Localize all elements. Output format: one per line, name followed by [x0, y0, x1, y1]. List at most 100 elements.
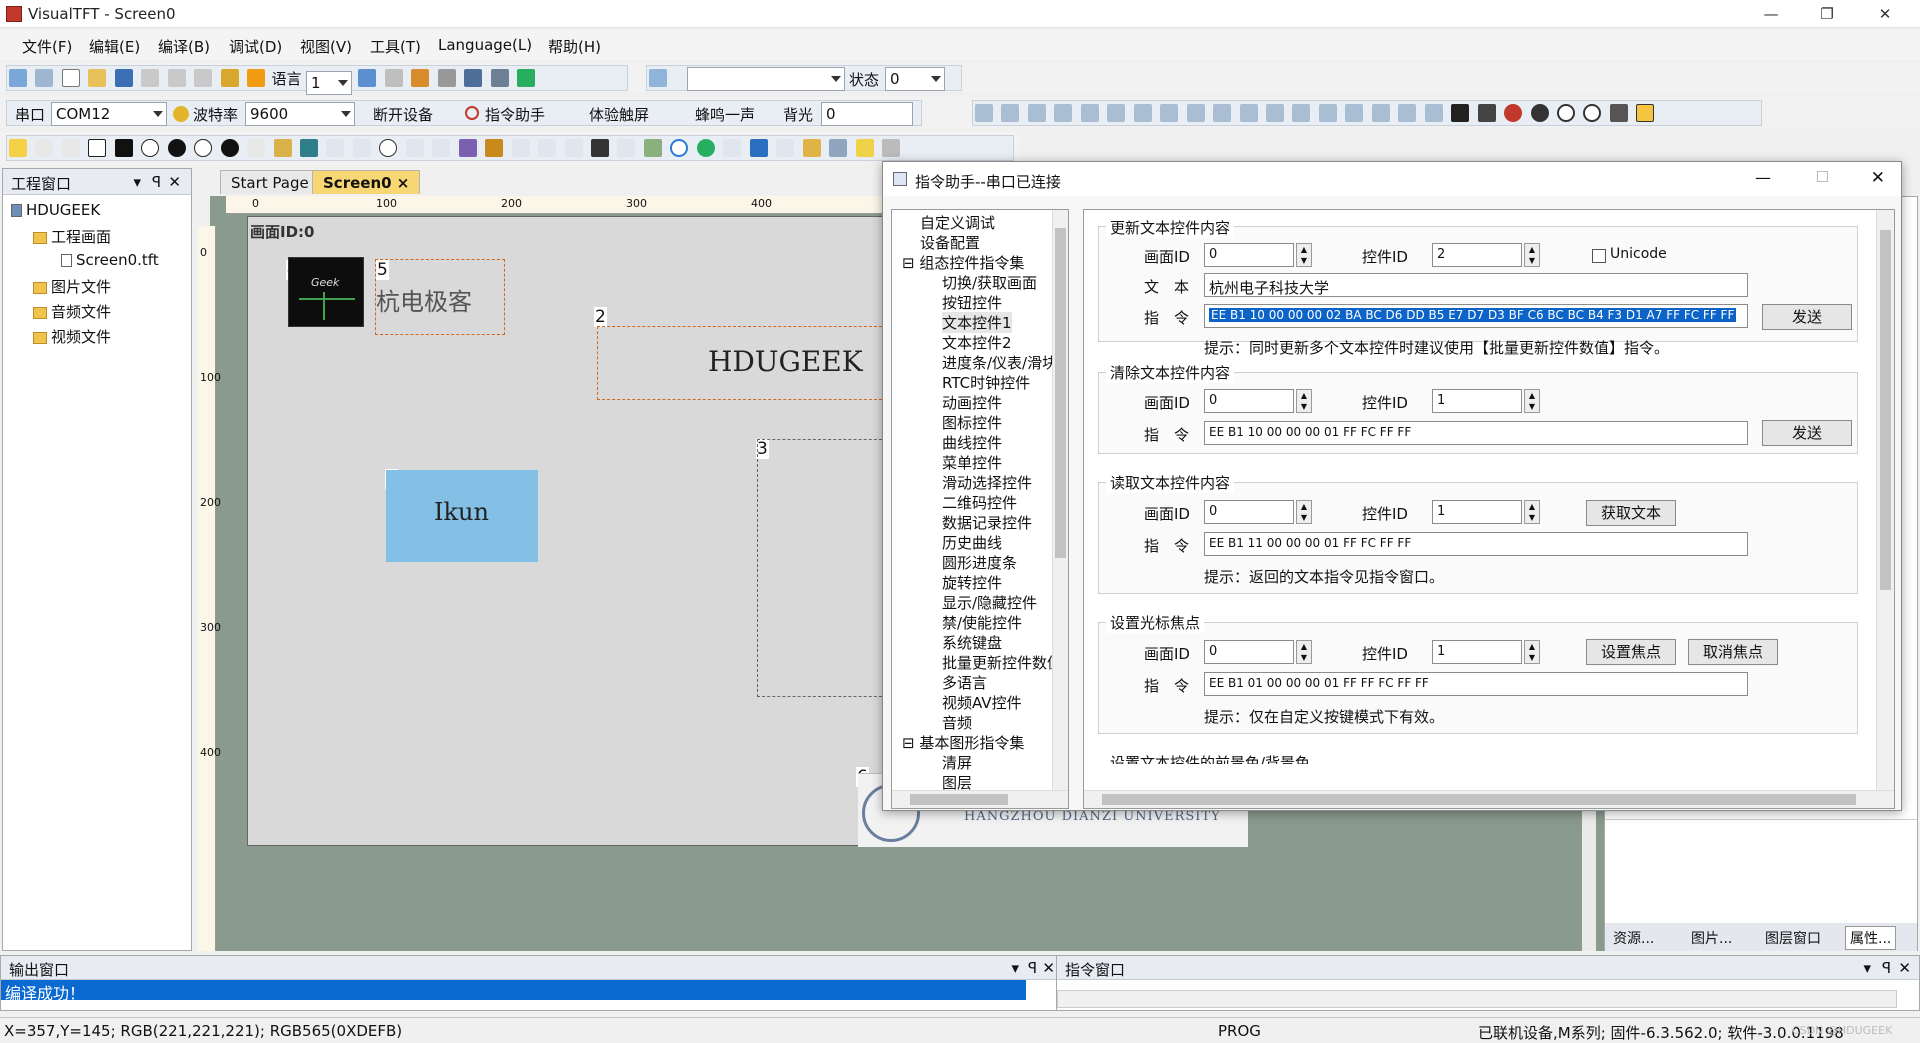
detail-hscrollbar[interactable]	[1084, 790, 1894, 808]
list-icon[interactable]	[564, 139, 583, 157]
screen-select[interactable]	[687, 67, 845, 91]
align-left-icon[interactable]	[975, 104, 993, 122]
circle-progress-icon[interactable]	[670, 139, 689, 157]
zoom-out-icon[interactable]	[1583, 104, 1602, 122]
undo-icon[interactable]	[358, 69, 377, 87]
pin-icon[interactable]: ꟼ	[1028, 959, 1037, 977]
same-height-icon[interactable]	[1213, 104, 1232, 122]
get-text-button[interactable]: 获取文本	[1586, 500, 1676, 526]
tree-item[interactable]: 音频	[942, 712, 972, 733]
pin-icon[interactable]: ꟼ	[1882, 959, 1891, 977]
close-icon[interactable]: ✕	[1871, 168, 1885, 188]
menu-language[interactable]: Language(L)	[438, 36, 532, 54]
control-id-input[interactable]: 1	[1432, 389, 1522, 413]
cut-icon[interactable]	[141, 69, 160, 87]
tree-folder-images[interactable]: 图片文件	[33, 276, 111, 297]
port-select[interactable]: COM12	[51, 102, 167, 126]
text-control-5[interactable]: 杭电极客	[375, 259, 505, 335]
control-id-input[interactable]: 1	[1432, 500, 1522, 524]
restore-icon[interactable]: ❐	[1804, 0, 1850, 28]
copy-icon[interactable]	[167, 69, 186, 87]
command-input[interactable]: EE B1 10 00 00 00 01 FF FC FF FF	[1204, 421, 1748, 445]
tab-layers[interactable]: 图层窗口	[1765, 928, 1821, 948]
tree-item[interactable]: 历史曲线	[942, 532, 1002, 553]
menu-help[interactable]: 帮助(H)	[548, 36, 601, 57]
unlock-icon[interactable]	[1477, 104, 1496, 122]
close-icon[interactable]: ×	[397, 174, 410, 192]
control-id-spinner[interactable]: ▲ ▼	[1524, 500, 1540, 524]
tree-folder-screens[interactable]: 工程画面	[33, 226, 111, 247]
lock-icon[interactable]	[220, 69, 239, 87]
slider-icon[interactable]	[405, 139, 424, 157]
tab-properties[interactable]: 属性...	[1845, 926, 1897, 950]
center-v-icon[interactable]	[1345, 104, 1364, 122]
same-size-icon[interactable]	[1239, 104, 1258, 122]
tree-item[interactable]: 设备配置	[920, 232, 980, 253]
text-control-3[interactable]	[757, 439, 887, 697]
fit-all-icon[interactable]	[1424, 104, 1443, 122]
close-icon[interactable]: ✕	[168, 173, 181, 191]
tree-item[interactable]: 数据记录控件	[942, 512, 1032, 533]
menu-edit[interactable]: 编辑(E)	[89, 36, 140, 57]
cmd-helper-button[interactable]: 指令助手	[485, 104, 545, 125]
paste-icon[interactable]	[194, 69, 213, 87]
tree-item[interactable]: 自定义调试	[920, 212, 995, 233]
try-touch-button[interactable]: 体验触屏	[589, 104, 649, 125]
ellipse-icon[interactable]	[194, 139, 213, 157]
tree-file-screen0[interactable]: Screen0.tft	[61, 251, 159, 269]
align-right-icon[interactable]	[1027, 104, 1046, 122]
copy-control-icon[interactable]	[723, 139, 742, 157]
screen-id-input[interactable]: 0	[1204, 500, 1294, 524]
chevron-down-icon[interactable]: ▾	[1011, 959, 1019, 977]
hide-icon[interactable]	[1504, 104, 1523, 122]
screen-id-input[interactable]: 0	[1204, 389, 1294, 413]
same-width-icon[interactable]	[1186, 104, 1205, 122]
collapse-icon[interactable]: ⊟	[902, 734, 915, 752]
fill-icon[interactable]	[881, 139, 900, 157]
redo-icon[interactable]	[384, 69, 403, 87]
tree-item[interactable]: 视频AV控件	[942, 692, 1022, 713]
tools-icon[interactable]	[437, 69, 456, 87]
tree-item[interactable]: 进度条/仪表/滑块	[942, 352, 1057, 373]
tree-item[interactable]: RTC时钟控件	[942, 372, 1030, 393]
screen-id-spinner[interactable]: ▲ ▼	[1296, 500, 1312, 524]
scroll-thumb[interactable]	[1102, 794, 1856, 805]
close-icon[interactable]: ✕	[1042, 959, 1055, 977]
close-icon[interactable]: ✕	[1862, 0, 1908, 28]
pin-icon[interactable]: ꟼ	[152, 173, 161, 191]
compile-icon[interactable]	[411, 69, 430, 87]
lock-icon[interactable]	[1451, 104, 1470, 122]
logo-image[interactable]: Geek	[288, 257, 364, 327]
tree-item[interactable]: 文本控件2	[942, 332, 1012, 353]
align-center-icon[interactable]	[1080, 104, 1099, 122]
beep-button[interactable]: 蜂鸣一声	[695, 104, 755, 125]
screen-id-input[interactable]: 0	[1204, 640, 1294, 664]
screen-id-spinner[interactable]: ▲ ▼	[1296, 389, 1312, 413]
tree-item[interactable]: 批量更新控件数值	[942, 652, 1062, 673]
send-button[interactable]: 发送	[1762, 304, 1852, 330]
tab-resources[interactable]: 资源...	[1613, 928, 1654, 948]
tab-start-page[interactable]: Start Page	[220, 170, 320, 194]
chart-icon[interactable]	[643, 139, 662, 157]
scroll-thumb[interactable]	[1055, 228, 1066, 558]
zoom-in-icon[interactable]	[1556, 104, 1575, 122]
text-input[interactable]: 杭州电子科技大学	[1204, 273, 1748, 297]
menu-control-icon[interactable]	[538, 139, 557, 157]
pen-icon[interactable]	[35, 139, 54, 157]
tab-screen0[interactable]: Screen0 ×	[312, 170, 421, 194]
command-input[interactable]: EE B1 10 00 00 00 02 BA BC D6 DD B5 E7 D…	[1204, 304, 1748, 328]
brush-icon[interactable]	[802, 139, 821, 157]
tree-item[interactable]: 多语言	[942, 672, 987, 693]
textbox-control-icon[interactable]	[352, 139, 371, 157]
grid-icon[interactable]	[1609, 104, 1628, 122]
circle-icon[interactable]	[141, 139, 160, 157]
eye-icon[interactable]	[1530, 104, 1549, 122]
disconnect-button[interactable]: 断开设备	[373, 104, 433, 125]
send-button[interactable]: 发送	[1762, 420, 1852, 446]
save-icon[interactable]	[114, 69, 133, 87]
tree-item[interactable]: 图标控件	[942, 412, 1002, 433]
text-control-2[interactable]: HDUGEEK	[597, 326, 887, 400]
menu-view[interactable]: 视图(V)	[300, 36, 352, 57]
set-focus-button[interactable]: 设置焦点	[1586, 639, 1676, 665]
state-select[interactable]: 0	[885, 67, 945, 91]
